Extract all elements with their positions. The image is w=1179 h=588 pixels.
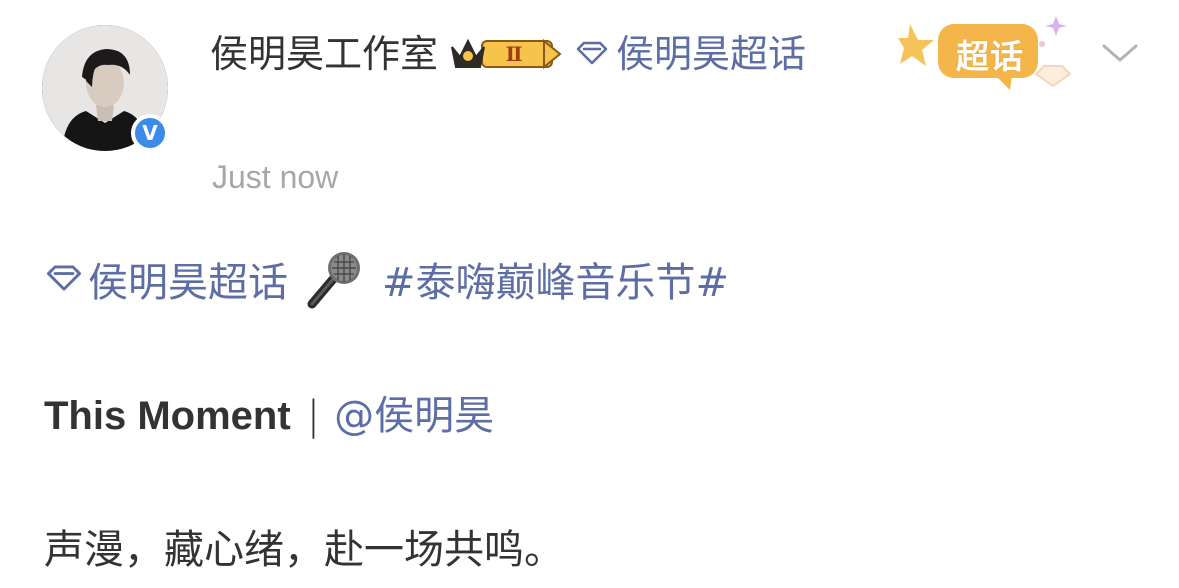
microphone-emoji [304, 248, 366, 310]
credit-line: This Moment | @侯明昊 [44, 388, 494, 444]
mention-link[interactable]: @侯明昊 [334, 393, 494, 439]
super-topic-badge-label: 超话 [956, 37, 1024, 76]
header-topic-link[interactable]: 侯明昊超话 [574, 32, 806, 76]
separator: | [306, 393, 321, 439]
content-topic-label: 侯明昊超话 [88, 260, 288, 306]
chevron-down-icon[interactable] [1100, 38, 1140, 68]
author-name[interactable]: 侯明昊工作室 [210, 32, 438, 76]
post-timestamp: Just now [212, 159, 339, 195]
song-title: This Moment [44, 394, 291, 438]
post-header: 侯明昊工作室 Ⅱ 侯明昊超话 [210, 30, 850, 78]
post-tags-line: 侯明昊超话 #泰嗨巅峰音乐节# [44, 248, 729, 311]
hashtag-link[interactable]: #泰嗨巅峰音乐节# [382, 260, 729, 306]
post-caption: 声漫，藏心绪，赴一场共鸣。 [44, 527, 564, 573]
verified-v-icon: V [131, 114, 169, 152]
crown-level-icon[interactable]: Ⅱ [448, 33, 564, 73]
supertopic-diamond-icon [574, 41, 610, 65]
super-topic-badge[interactable]: 超话 [898, 10, 1080, 94]
badge-level: Ⅱ [506, 42, 523, 66]
content-topic-link[interactable]: 侯明昊超话 [44, 260, 288, 306]
header-topic-label: 侯明昊超话 [616, 32, 807, 76]
supertopic-diamond-icon [44, 264, 84, 292]
